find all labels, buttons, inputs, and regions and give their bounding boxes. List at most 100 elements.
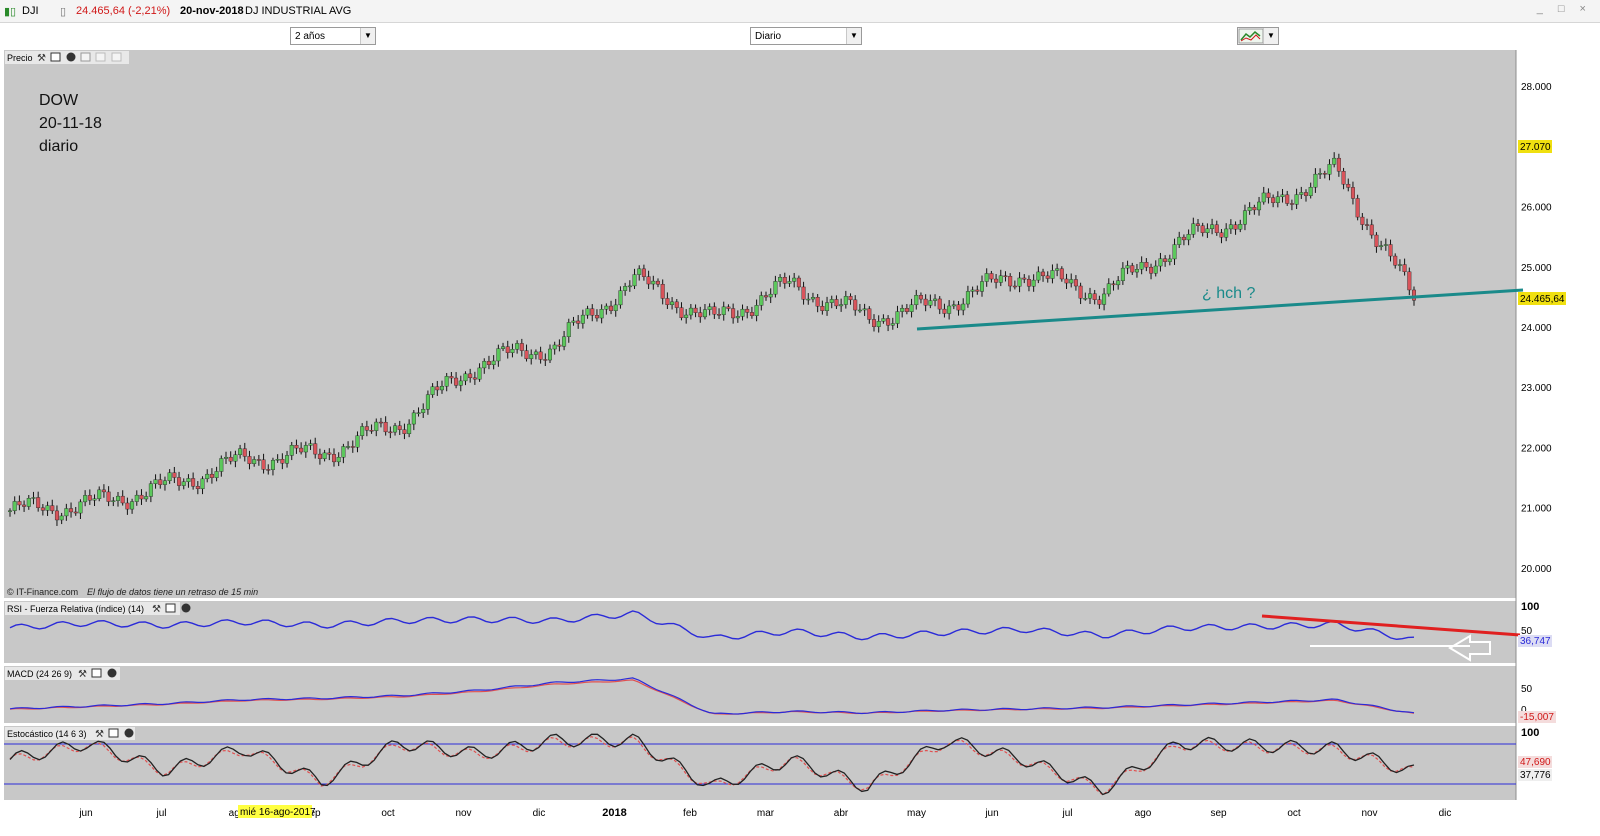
candle [1308,186,1313,196]
candle [698,312,703,318]
close-icon[interactable] [181,603,191,613]
candle [1369,224,1374,236]
symbol-label: DJI [22,5,39,17]
candle [162,480,167,485]
maximize-icon[interactable] [165,603,176,613]
x-tick-label: jul [1061,808,1072,819]
candle [101,489,106,493]
candle [660,284,665,299]
macd-tick-50: 50 [1521,684,1533,695]
copy-icon[interactable] [95,52,106,62]
candle [1134,269,1139,273]
candle [1322,173,1327,175]
candle [1167,258,1172,262]
x-tick-label: dic [533,808,546,819]
maximize-icon[interactable] [108,728,119,738]
candle [1327,164,1332,175]
candle [191,478,196,487]
candle [172,472,177,478]
interval-select[interactable]: Diario ▼ [750,27,862,45]
chevron-down-icon[interactable]: ▼ [1263,28,1278,44]
candle [543,359,548,361]
wrench-icon[interactable]: ⚒ [152,604,161,615]
stoch-panel-label: Estocástico (14 6 3) [7,729,87,739]
candle [1252,207,1257,211]
candle [665,298,670,305]
candle [576,320,581,324]
close-icon[interactable] [124,728,134,738]
annotation-line-3: diario [39,138,78,155]
period-select[interactable]: 2 años ▼ [290,27,376,45]
x-tick-label: jun [78,808,92,819]
candle [36,497,41,509]
candle [374,421,379,431]
candle [998,275,1003,283]
rsi-tick-100: 100 [1521,601,1539,613]
candle [1092,293,1097,300]
candle [463,373,468,382]
candle [994,278,999,283]
candle [984,273,989,282]
candle [54,510,59,521]
candle [627,285,632,288]
candle [238,448,243,455]
candle [656,280,661,285]
candle [1064,278,1069,284]
candle [731,308,736,319]
candle [477,367,482,380]
title-bar: ▮▯ DJI ▯ 24.465,64 (-2,21%) 20-nov-2018 … [0,0,1600,23]
candle [327,452,332,455]
price-tick-5: 23.000 [1521,383,1552,394]
candle [1153,265,1158,274]
wrench-icon[interactable]: ⚒ [95,729,104,740]
chart-type-icon [1238,28,1264,44]
candle [275,459,280,461]
wrench-icon[interactable]: ⚒ [37,53,46,64]
close-icon[interactable] [107,668,117,678]
price-tick-7: 21.000 [1521,504,1552,515]
candle [1233,224,1238,230]
candle [679,307,684,318]
candle [1055,268,1060,271]
price-tick-8: 20.000 [1521,564,1552,575]
candle [1191,223,1196,235]
candle [219,458,224,472]
candle [294,444,299,449]
window-controls[interactable]: _ □ × [1537,3,1592,15]
chevron-down-icon[interactable]: ▼ [846,28,861,44]
candle [712,306,717,315]
candle [242,448,247,457]
candle [280,459,285,464]
candle [524,350,529,359]
candle [529,354,534,359]
candle [1120,267,1125,281]
wrench-icon[interactable]: ⚒ [78,669,87,680]
info-icon[interactable]: ▯ [60,5,66,18]
candle [651,280,656,285]
candle [1012,285,1017,288]
candle [111,500,116,502]
paste-icon[interactable] [111,52,122,62]
candle [1303,192,1308,196]
chevron-down-icon[interactable]: ▼ [360,28,375,44]
instrument-name: DJ INDUSTRIAL AVG [245,5,352,17]
candle [1073,279,1078,287]
candle [1078,285,1083,299]
candle [270,459,275,470]
x-tick-label: dic [1439,808,1452,819]
price-tick-3: 25.000 [1521,263,1552,274]
candle [1266,192,1271,198]
candle [693,307,698,313]
delay-note: El flujo de datos tiene un retraso de 15… [87,587,258,597]
maximize-icon[interactable] [50,52,61,62]
candle [839,304,844,307]
candle [322,452,327,459]
close-icon[interactable] [66,52,76,62]
maximize-icon[interactable] [91,668,102,678]
rsi-panel-label: RSI - Fuerza Relativa (índice) (14) [7,604,144,614]
candle [735,316,740,319]
candle [449,376,454,379]
candle [778,277,783,282]
chart-type-button[interactable]: ▼ [1237,27,1279,45]
add-icon[interactable] [80,52,91,62]
